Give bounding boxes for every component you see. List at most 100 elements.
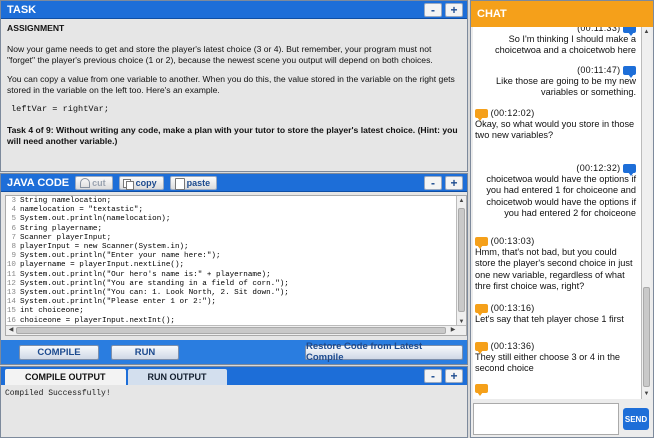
line-number: 13: [6, 289, 16, 298]
chat-scroll-up-icon[interactable]: ▲: [642, 27, 651, 37]
assignment-heading: ASSIGNMENT: [7, 23, 65, 33]
chat-timestamp: (00:11:47): [577, 65, 621, 75]
code-text[interactable]: System.out.println("Our hero's name is:"…: [20, 271, 271, 280]
chat-message-header: (00:13:03): [475, 236, 639, 250]
code-text[interactable]: System.out.println(namelocation);: [20, 215, 170, 224]
scroll-left-arrow-icon[interactable]: ◀: [6, 326, 16, 335]
task-minimize-button[interactable]: -: [424, 2, 442, 17]
chat-message-text: Okay, so what would you store in those t…: [475, 119, 635, 141]
task-header: TASK - +: [1, 1, 467, 19]
chat-timestamp: (00:12:32): [576, 163, 621, 173]
line-number: 14: [6, 298, 16, 307]
code-text[interactable]: String namelocation;: [20, 197, 111, 206]
code-line[interactable]: 14 System.out.println("Please enter 1 or …: [6, 298, 466, 307]
chat-scroll-thumb[interactable]: [643, 287, 650, 387]
code-text[interactable]: String playername;: [20, 225, 102, 234]
code-line[interactable]: 6 String playername;: [6, 225, 466, 234]
chat-bubble-icon: [623, 27, 636, 37]
chat-message: (00:13:36) They still either choose 3 or …: [473, 341, 639, 375]
chat-message: (00:12:32) choicetwoa would have the opt…: [473, 163, 639, 219]
scroll-right-arrow-icon[interactable]: ▶: [448, 326, 458, 335]
chat-message-text: So I'm thinking I should make a choicetw…: [495, 34, 636, 56]
output-tabs: COMPILE OUTPUT RUN OUTPUT - +: [1, 367, 467, 385]
paste-button[interactable]: paste: [169, 175, 218, 190]
cut-button[interactable]: cut: [75, 175, 113, 190]
scroll-up-arrow-icon[interactable]: ▲: [457, 196, 466, 206]
chat-bubble-icon: [475, 384, 488, 397]
code-text[interactable]: System.out.println("Enter your name here…: [20, 252, 221, 261]
editor-vertical-scrollbar[interactable]: ▲ ▼: [456, 196, 466, 327]
send-button[interactable]: SEND: [623, 408, 649, 430]
line-number: 4: [11, 206, 16, 215]
java-minimize-button[interactable]: -: [424, 175, 442, 190]
code-line[interactable]: 8 playerInput = new Scanner(System.in);: [6, 243, 466, 252]
code-line[interactable]: 12 System.out.println("You are standing i…: [6, 280, 466, 289]
chat-input-row: SEND: [473, 401, 653, 437]
code-text[interactable]: playerInput = new Scanner(System.in);: [20, 243, 189, 252]
code-line[interactable]: 10 playername = playerInput.nextLine();: [6, 261, 466, 270]
chat-message-header: (00:13:36): [475, 341, 639, 355]
code-text[interactable]: playername = playerInput.nextLine();: [20, 261, 184, 270]
task-expand-button[interactable]: +: [445, 2, 463, 17]
chat-message: (00:12:02) Okay, so what would you store …: [473, 108, 639, 142]
hscroll-thumb[interactable]: [16, 327, 446, 334]
compile-button[interactable]: COMPILE: [19, 344, 99, 360]
run-button[interactable]: RUN: [111, 344, 179, 360]
code-line[interactable]: 13 System.out.println("You can: 1. Look N…: [6, 289, 466, 298]
line-number: 12: [6, 279, 16, 288]
line-number: 11: [6, 270, 16, 279]
chat-message-text: Hmm, that's not bad, but you could store…: [475, 247, 633, 291]
chat-message: (00:13:16) Let's say that teh player chos…: [473, 303, 639, 325]
line-number: 6: [11, 224, 16, 233]
output-minimize-button[interactable]: -: [424, 369, 442, 383]
code-editor[interactable]: 3 String namelocation; 4 namelocation = "te…: [5, 195, 467, 336]
scroll-thumb[interactable]: [458, 208, 465, 312]
chat-input[interactable]: [473, 403, 619, 435]
task-title: TASK: [7, 3, 37, 16]
task-paragraph-1: Now your game needs to get and store the…: [7, 44, 433, 65]
line-number: 3: [11, 197, 16, 205]
java-title: JAVA CODE: [7, 176, 70, 189]
code-text[interactable]: namelocation = "textastic";: [20, 206, 143, 215]
code-line[interactable]: 15 int choiceone;: [6, 307, 466, 316]
output-panel: COMPILE OUTPUT RUN OUTPUT - + Compiled S…: [0, 366, 468, 438]
code-text[interactable]: Scanner playerInput;: [20, 234, 111, 243]
chat-header: CHAT: [471, 1, 653, 27]
code-text[interactable]: System.out.println("Please enter 1 or 2:…: [20, 298, 216, 307]
chat-scroll-down-icon[interactable]: ▼: [642, 389, 651, 399]
line-number: 9: [11, 252, 16, 261]
code-line[interactable]: 11 System.out.println("Our hero's name is…: [6, 271, 466, 280]
chat-scrollbar[interactable]: ▲ ▼: [641, 27, 651, 399]
chat-timestamp: (00:13:03): [490, 236, 535, 246]
code-line[interactable]: 5 System.out.println(namelocation);: [6, 215, 466, 224]
paste-icon: [174, 177, 185, 190]
paste-label: paste: [186, 177, 211, 188]
tab-run-output[interactable]: RUN OUTPUT: [127, 369, 227, 385]
editor-horizontal-scrollbar[interactable]: ◀ ▶: [6, 325, 466, 335]
task-paragraph-3: Task 4 of 9: Without writing any code, m…: [7, 125, 458, 146]
code-text[interactable]: int choiceone;: [20, 307, 84, 316]
code-text[interactable]: System.out.println("You can: 1. Look Nor…: [20, 289, 289, 298]
code-text[interactable]: System.out.println("You are standing in …: [20, 280, 289, 289]
tab-compile-output[interactable]: COMPILE OUTPUT: [5, 369, 126, 385]
code-line[interactable]: 9 System.out.println("Enter your name her…: [6, 252, 466, 261]
copy-label: copy: [135, 177, 157, 188]
chat-message-header: (00:12:32): [473, 163, 636, 177]
code-line[interactable]: 3 String namelocation;: [6, 197, 466, 206]
output-expand-button[interactable]: +: [445, 369, 463, 383]
chat-message-header: (00:13:16): [475, 303, 639, 317]
restore-code-button[interactable]: Restore Code from Latest Compile: [305, 341, 463, 363]
task-content: ASSIGNMENT Now your game needs to get an…: [1, 19, 467, 159]
line-number: 7: [11, 233, 16, 242]
copy-button[interactable]: copy: [118, 175, 164, 190]
code-line[interactable]: 7 Scanner playerInput;: [6, 234, 466, 243]
java-expand-button[interactable]: +: [445, 175, 463, 190]
code-lines[interactable]: 3 String namelocation; 4 namelocation = "te…: [6, 196, 466, 335]
java-code-panel: JAVA CODE cut copy paste - + 3 String nam…: [0, 173, 468, 365]
code-line[interactable]: 4 namelocation = "textastic";: [6, 206, 466, 215]
chat-timestamp: (00:12:02): [490, 108, 535, 118]
chat-bubble-icon: [475, 304, 488, 317]
java-header: JAVA CODE cut copy paste - +: [1, 174, 467, 192]
chat-message-header: (00:11:47): [473, 65, 636, 79]
chat-message: ...: [473, 383, 639, 399]
